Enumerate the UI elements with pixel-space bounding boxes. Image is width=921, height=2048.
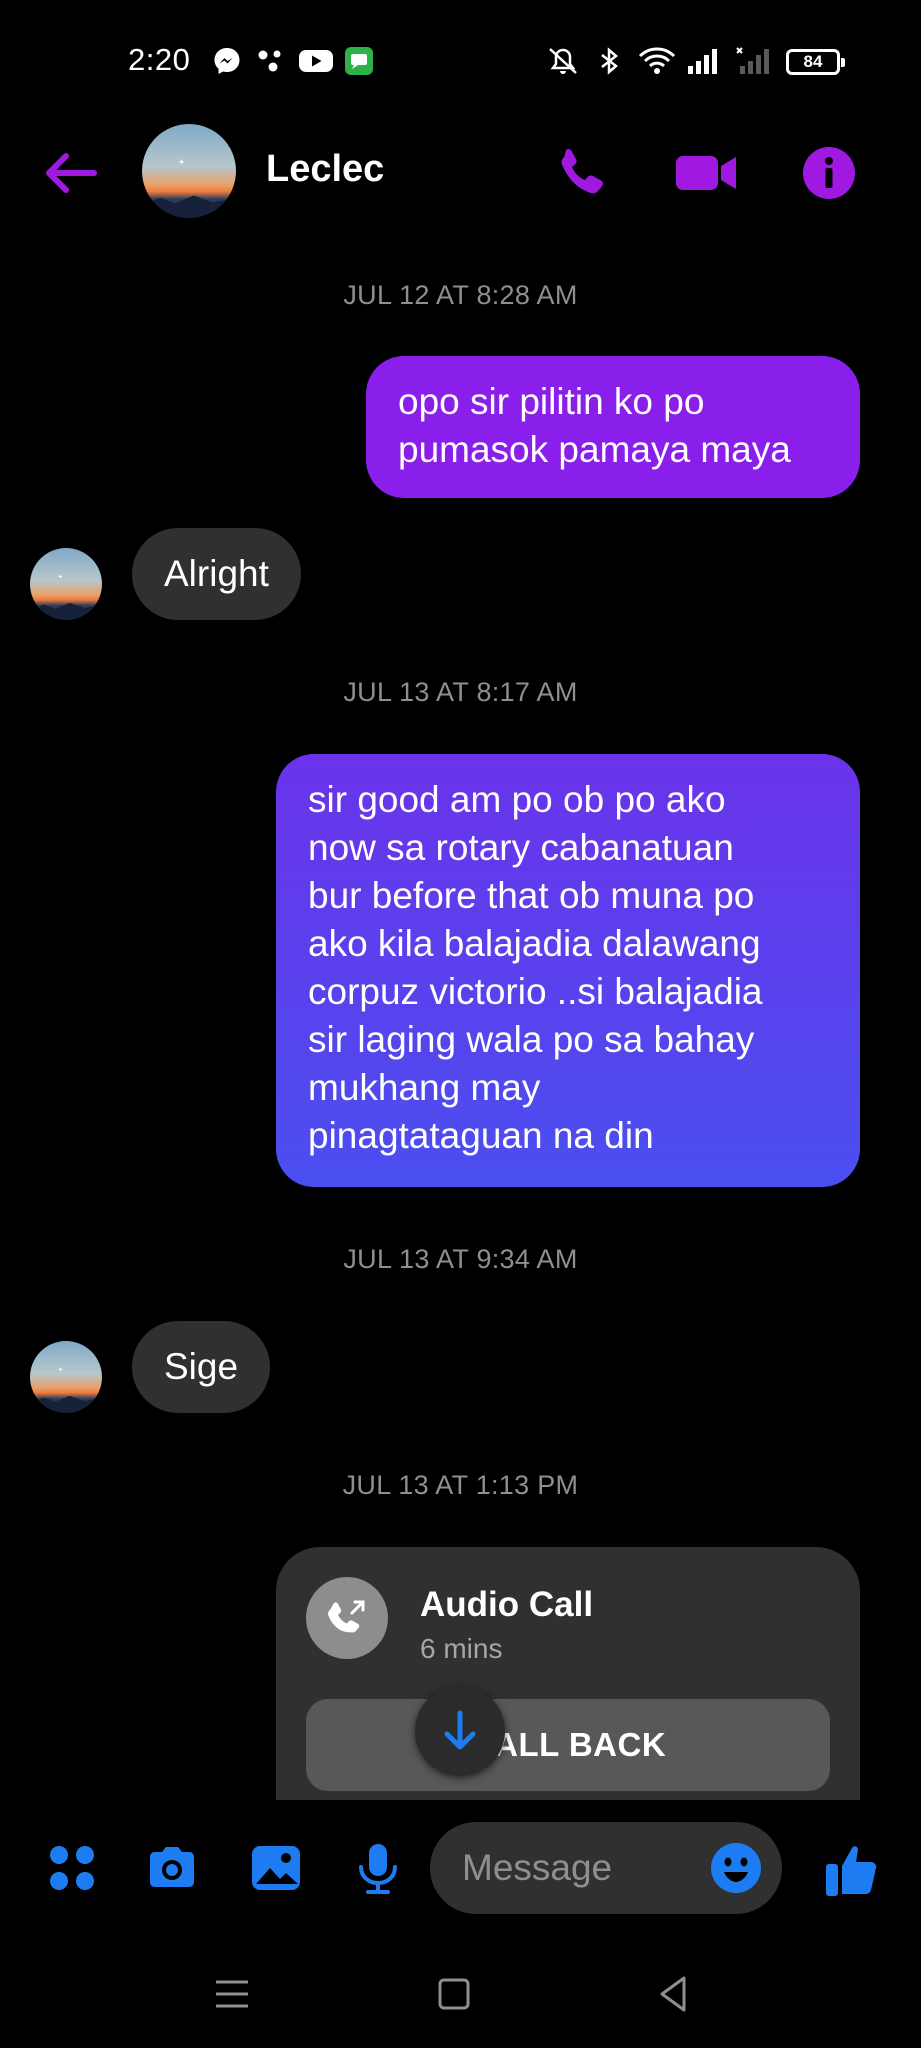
status-time: 2:20 <box>128 42 191 77</box>
emoji-icon[interactable] <box>710 1842 762 1894</box>
message-text-line: pumasok pamaya maya <box>398 429 791 470</box>
mute-icon <box>549 48 577 74</box>
outgoing-message[interactable]: opo sir pilitin ko po pumasok pamaya may… <box>366 356 860 498</box>
battery-icon: 84 <box>786 49 845 75</box>
timestamp: JUL 13 AT 1:13 PM <box>342 1470 579 1500</box>
call-duration: 6 mins <box>420 1633 503 1664</box>
back-arrow-icon[interactable] <box>40 148 100 198</box>
call-back-button[interactable]: CALL BACK <box>306 1699 830 1791</box>
message-text-line: pinagtataguan na din <box>308 1115 654 1156</box>
apps-menu-icon[interactable] <box>44 1840 100 1896</box>
scroll-to-bottom-button[interactable] <box>415 1686 505 1776</box>
message-text-line: mukhang may <box>308 1067 541 1108</box>
conversation-header: ✦ Leclec <box>0 112 921 232</box>
video-call-icon[interactable] <box>672 142 742 204</box>
incoming-message[interactable]: Alright <box>132 528 301 620</box>
signal-no-service-icon <box>736 47 769 74</box>
outgoing-message[interactable]: sir good am po ob po ako now sa rotary c… <box>276 754 860 1187</box>
recent-apps-icon[interactable] <box>206 1968 258 2020</box>
message-text-line: sir good am po ob po ako <box>308 779 726 820</box>
wifi-icon <box>638 47 676 74</box>
contact-avatar-small[interactable]: ✦ <box>30 548 102 620</box>
home-icon[interactable] <box>428 1968 480 2020</box>
messages-app-icon <box>345 47 373 75</box>
timestamp: JUL 13 AT 8:17 AM <box>343 677 578 707</box>
message-text-line: now sa rotary cabanatuan <box>308 827 734 868</box>
status-bar: 2:20 84 <box>0 0 921 120</box>
messenger-chat-screen: 2:20 84 ✦ Leclec JUL 12 AT 8:28 AM opo s… <box>0 0 921 2048</box>
message-text-line: corpuz victorio ..si balajadia <box>308 971 763 1012</box>
message-placeholder: Message <box>462 1847 613 1888</box>
system-navigation-bar <box>0 1940 921 2048</box>
youtube-icon <box>299 50 333 72</box>
camera-icon[interactable] <box>144 1840 200 1896</box>
signal-icon <box>688 49 717 74</box>
app-dots-icon <box>258 50 281 72</box>
messenger-icon <box>214 48 240 74</box>
phone-call-icon[interactable] <box>552 142 614 204</box>
timestamp: JUL 13 AT 9:34 AM <box>343 1244 578 1274</box>
incoming-message[interactable]: Sige <box>132 1321 271 1413</box>
bluetooth-icon <box>601 47 618 75</box>
microphone-icon[interactable] <box>350 1840 406 1896</box>
message-text-line: ako kila balajadia dalawang <box>308 923 761 964</box>
message-input[interactable]: Message <box>430 1822 782 1914</box>
arrow-down-icon <box>444 1710 476 1750</box>
gallery-icon[interactable] <box>248 1840 304 1896</box>
contact-avatar[interactable]: ✦ <box>142 124 236 218</box>
message-text-line: sir laging wala po sa bahay <box>308 1019 755 1060</box>
call-icon-wrapper <box>306 1577 388 1659</box>
info-icon[interactable] <box>798 142 860 204</box>
audio-call-card[interactable]: Audio Call 6 mins CALL BACK <box>276 1547 860 1802</box>
message-text-line: bur before that ob muna po <box>308 875 755 916</box>
message-text-line: opo sir pilitin ko po <box>398 381 705 422</box>
message-composer: Message <box>0 1800 921 1940</box>
thumbs-up-icon[interactable] <box>822 1840 882 1900</box>
back-nav-icon[interactable] <box>648 1968 700 2020</box>
message-text: Sige <box>164 1346 239 1387</box>
call-title: Audio Call <box>420 1585 594 1624</box>
contact-name[interactable]: Leclec <box>266 148 384 191</box>
timestamp: JUL 12 AT 8:28 AM <box>343 280 578 310</box>
contact-avatar-small[interactable]: ✦ <box>30 1341 102 1413</box>
outgoing-call-icon <box>328 1600 365 1633</box>
message-text: Alright <box>164 553 269 594</box>
